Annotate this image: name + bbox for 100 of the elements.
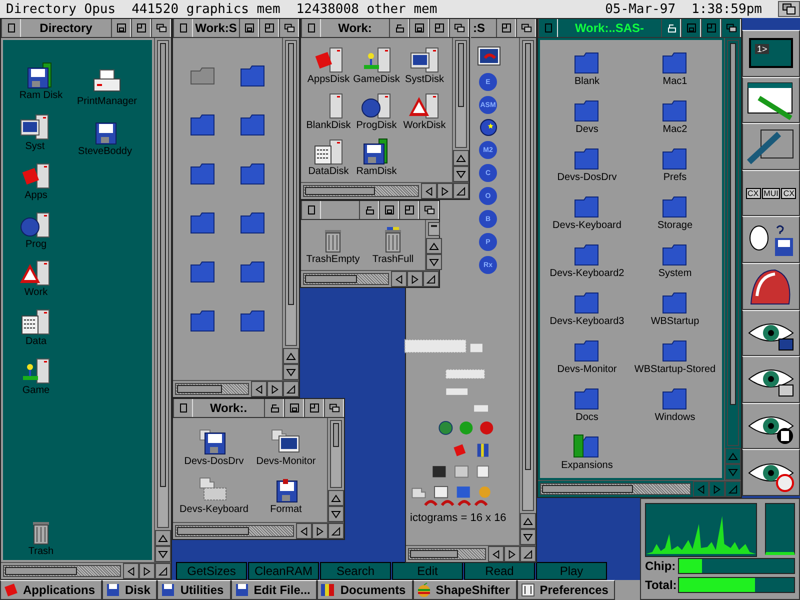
scroll-right-button[interactable] — [437, 183, 453, 199]
iconify-gadget[interactable] — [284, 399, 304, 417]
dock-button[interactable]: 1> — [742, 30, 800, 77]
scroll-left-button[interactable] — [488, 546, 504, 562]
scrollbar[interactable] — [175, 525, 294, 537]
close-gadget[interactable] — [301, 19, 321, 37]
scroll-left-button[interactable] — [296, 523, 312, 539]
close-gadget[interactable] — [1, 19, 21, 37]
zoom-gadget[interactable] — [399, 201, 419, 219]
scroll-left-button[interactable] — [421, 183, 437, 199]
zoom-gadget[interactable] — [259, 19, 279, 37]
scroll-up-button[interactable] — [520, 513, 536, 529]
zoom-gadget[interactable] — [701, 19, 721, 37]
taskbar-button[interactable]: Preferences — [516, 580, 616, 600]
taskbar-button[interactable]: Applications — [0, 580, 102, 600]
resize-handle[interactable] — [453, 183, 469, 199]
scrollbar[interactable] — [727, 40, 739, 446]
drive-icon[interactable] — [20, 162, 52, 190]
window-title-bar[interactable]: Work:S — [173, 19, 299, 38]
scroll-down-button[interactable] — [155, 546, 171, 562]
resize-handle[interactable] — [155, 563, 171, 579]
joystick-drive-icon[interactable] — [20, 357, 52, 385]
scrollbar[interactable] — [175, 383, 249, 395]
window-title-bar[interactable] — [301, 201, 439, 220]
monitor-drive-icon[interactable] — [19, 113, 51, 141]
depth-gadget[interactable] — [778, 1, 800, 17]
window-title-bar[interactable]: Work: — [301, 19, 469, 38]
lock-gadget[interactable] — [359, 201, 379, 219]
scroll-up-button[interactable] — [426, 238, 442, 254]
scroll-right-button[interactable] — [312, 523, 328, 539]
dock-button[interactable] — [742, 262, 800, 310]
close-gadget[interactable] — [173, 19, 193, 37]
scroll-down-button[interactable] — [328, 506, 344, 522]
iconify-gadget[interactable] — [379, 201, 399, 219]
scrollbar[interactable] — [522, 40, 534, 511]
scroll-left-button[interactable] — [251, 381, 267, 397]
scrollbar[interactable] — [408, 548, 486, 560]
zoom-gadget[interactable] — [429, 19, 449, 37]
taskbar-button[interactable]: Disk — [102, 580, 158, 600]
scroll-right-button[interactable] — [139, 563, 155, 579]
ball-drive-icon[interactable] — [360, 92, 392, 120]
close-gadget[interactable] — [301, 201, 321, 219]
lock-gadget[interactable] — [264, 399, 284, 417]
iconify-gadget[interactable] — [111, 19, 131, 37]
dock-button[interactable] — [742, 76, 800, 124]
scroll-down-button[interactable] — [520, 529, 536, 545]
dock-button[interactable] — [742, 449, 800, 496]
iconify-gadget[interactable] — [681, 19, 701, 37]
scroll-right-button[interactable] — [504, 546, 520, 562]
ball-drive-icon[interactable] — [20, 211, 52, 239]
lock-gadget[interactable] — [389, 19, 409, 37]
scroll-right-button[interactable] — [267, 381, 283, 397]
window-title-bar[interactable]: Work:..SAS- — [538, 19, 741, 38]
scrollbar[interactable] — [3, 565, 121, 577]
scroll-left-button[interactable] — [123, 563, 139, 579]
monitor-drive-icon[interactable] — [408, 46, 440, 74]
scrollbar[interactable] — [303, 185, 419, 197]
warning-drive-icon[interactable] — [20, 259, 52, 287]
scrollbar[interactable] — [428, 222, 440, 236]
scroll-up-button[interactable] — [453, 150, 469, 166]
document-drive-icon[interactable] — [312, 138, 344, 166]
scrollbar[interactable] — [330, 420, 342, 488]
close-gadget[interactable] — [173, 399, 193, 417]
dock-button[interactable] — [742, 310, 800, 356]
window-title-bar[interactable]: Directory — [1, 19, 171, 38]
window-title-bar[interactable]: :S — [471, 19, 536, 38]
taskbar-button[interactable]: Edit File... — [230, 580, 318, 600]
resize-handle[interactable] — [520, 546, 536, 562]
scrollbar[interactable] — [157, 40, 169, 528]
warning-drive-icon[interactable] — [408, 92, 440, 120]
scroll-right-button[interactable] — [407, 271, 423, 287]
scroll-down-button[interactable] — [453, 166, 469, 182]
window-title-bar[interactable]: Work:. — [173, 399, 344, 418]
scroll-up-button[interactable] — [328, 490, 344, 506]
taskbar-button[interactable]: Documents — [317, 580, 413, 600]
scroll-up-button[interactable] — [155, 530, 171, 546]
scroll-down-button[interactable] — [283, 364, 299, 380]
scrollbar[interactable] — [285, 40, 297, 346]
dock-button[interactable] — [742, 216, 800, 263]
iconify-gadget[interactable] — [409, 19, 429, 37]
scrollbar[interactable] — [455, 40, 467, 148]
scrollbar[interactable] — [303, 273, 389, 285]
dock-button[interactable] — [742, 356, 800, 403]
scroll-down-button[interactable] — [426, 254, 442, 270]
dock-button[interactable] — [742, 402, 800, 450]
resize-handle[interactable] — [328, 523, 344, 539]
taskbar-button[interactable]: ShapeShifter — [412, 580, 517, 600]
dock-button[interactable] — [742, 123, 800, 170]
taskbar-button[interactable]: Utilities — [157, 580, 231, 600]
close-gadget[interactable] — [538, 19, 558, 37]
drive-icon[interactable] — [312, 46, 344, 74]
iconify-gadget[interactable] — [239, 19, 259, 37]
zoom-gadget[interactable] — [496, 19, 516, 37]
zoom-gadget[interactable] — [131, 19, 151, 37]
resize-handle[interactable] — [725, 481, 741, 497]
scrollbar[interactable] — [540, 483, 691, 495]
zoom-gadget[interactable] — [304, 399, 324, 417]
document-drive-icon[interactable] — [20, 308, 52, 336]
resize-handle[interactable] — [423, 271, 439, 287]
scroll-up-button[interactable] — [283, 348, 299, 364]
